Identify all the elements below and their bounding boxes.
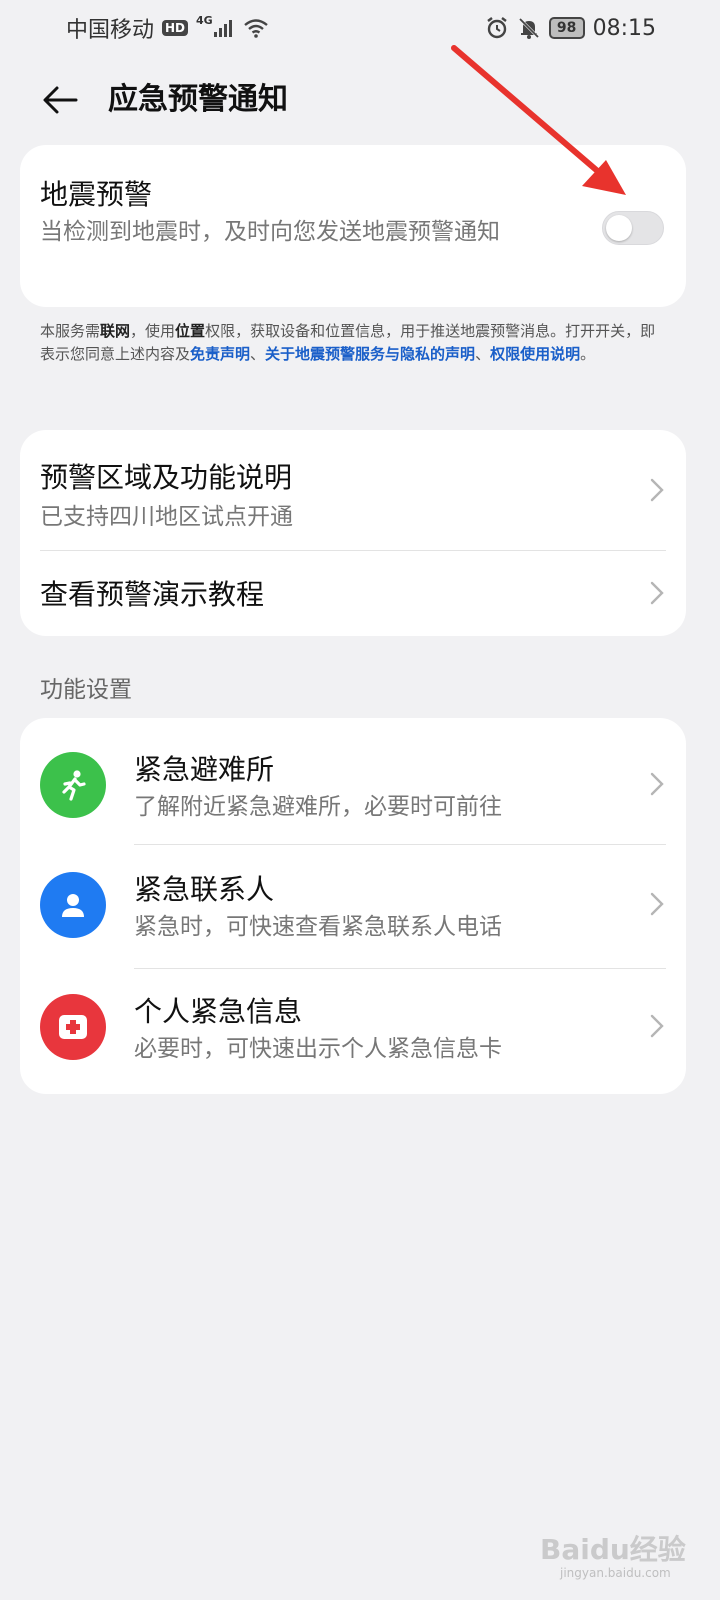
disclaimer-text: 本服务需	[40, 322, 101, 340]
back-button[interactable]	[38, 78, 82, 122]
demo-tutorial-row[interactable]: 查看预警演示教程	[40, 551, 666, 636]
emergency-contact-title: 紧急联系人	[134, 873, 275, 906]
warning-area-subtitle: 已支持四川地区试点开通	[40, 504, 293, 530]
demo-tutorial-title: 查看预警演示教程	[40, 578, 265, 611]
personal-emergency-info-row[interactable]: 个人紧急信息 必要时，可快速出示个人紧急信息卡	[20, 968, 686, 1090]
watermark: Baidu经验	[540, 1533, 686, 1566]
chevron-right-icon	[648, 476, 666, 504]
hd-badge: HD	[162, 20, 189, 36]
emergency-contact-subtitle: 紧急时，可快速查看紧急联系人电话	[134, 914, 502, 940]
chevron-right-icon	[648, 579, 666, 607]
back-arrow-icon	[43, 86, 78, 114]
info-card: 预警区域及功能说明 已支持四川地区试点开通 查看预警演示教程	[20, 430, 686, 636]
earthquake-warning-subtitle: 当检测到地震时，及时向您发送地震预警通知	[40, 219, 500, 245]
warning-area-row[interactable]: 预警区域及功能说明 已支持四川地区试点开通	[40, 430, 666, 550]
chevron-right-icon	[648, 770, 666, 798]
disclaimer-text: 、	[250, 345, 266, 363]
chevron-right-icon	[648, 1012, 666, 1040]
warning-area-title: 预警区域及功能说明	[40, 461, 293, 494]
disclaimer-text: 、	[475, 345, 491, 363]
function-settings-card: 紧急避难所 了解附近紧急避难所，必要时可前往 紧急联系人 紧急时，可快速查看紧急…	[20, 718, 686, 1094]
wifi-icon	[243, 18, 269, 38]
annotation-arrow-icon	[451, 45, 626, 195]
mute-bell-icon	[517, 16, 541, 40]
battery-indicator: 98	[548, 17, 585, 39]
service-disclaimer: 本服务需联网，使用位置权限，获取设备和位置信息，用于推送地震预警消息。打开开关，…	[40, 320, 670, 366]
emergency-shelter-subtitle: 了解附近紧急避难所，必要时可前往	[134, 794, 502, 820]
medical-card-icon	[40, 994, 106, 1060]
watermark-url: jingyan.baidu.com	[560, 1566, 671, 1580]
toggle-knob	[606, 215, 632, 241]
emergency-contact-row[interactable]: 紧急联系人 紧急时，可快速查看紧急联系人电话	[20, 844, 686, 966]
chevron-right-icon	[648, 890, 666, 918]
emergency-shelter-title: 紧急避难所	[134, 753, 275, 786]
disclaimer-text: 。	[580, 345, 596, 363]
status-left: 中国移动 HD 4G	[66, 12, 269, 44]
running-person-icon	[40, 752, 106, 818]
person-icon	[40, 872, 106, 938]
status-right: 98 08:15	[485, 16, 656, 41]
permission-info-link[interactable]: 权限使用说明	[490, 345, 580, 363]
clock: 08:15	[592, 15, 656, 41]
earthquake-warning-toggle[interactable]	[602, 211, 664, 245]
privacy-statement-link[interactable]: 关于地震预警服务与隐私的声明	[265, 345, 475, 363]
network-type: 4G	[196, 13, 213, 27]
disclaimer-text: ，使用	[130, 322, 176, 340]
emergency-shelter-row[interactable]: 紧急避难所 了解附近紧急避难所，必要时可前往	[20, 718, 686, 840]
personal-emergency-info-title: 个人紧急信息	[134, 995, 303, 1028]
earthquake-warning-title: 地震预警	[40, 178, 153, 211]
signal-icon: 4G	[196, 14, 235, 38]
personal-emergency-info-subtitle: 必要时，可快速出示个人紧急信息卡	[134, 1036, 502, 1062]
page-title: 应急预警通知	[108, 82, 288, 117]
disclaimer-link[interactable]: 免责声明	[190, 345, 250, 363]
disclaimer-network: 联网	[100, 322, 131, 340]
disclaimer-location: 位置	[175, 322, 206, 340]
carrier-name: 中国移动	[66, 18, 155, 43]
section-label: 功能设置	[40, 677, 132, 703]
alarm-icon	[485, 16, 509, 40]
